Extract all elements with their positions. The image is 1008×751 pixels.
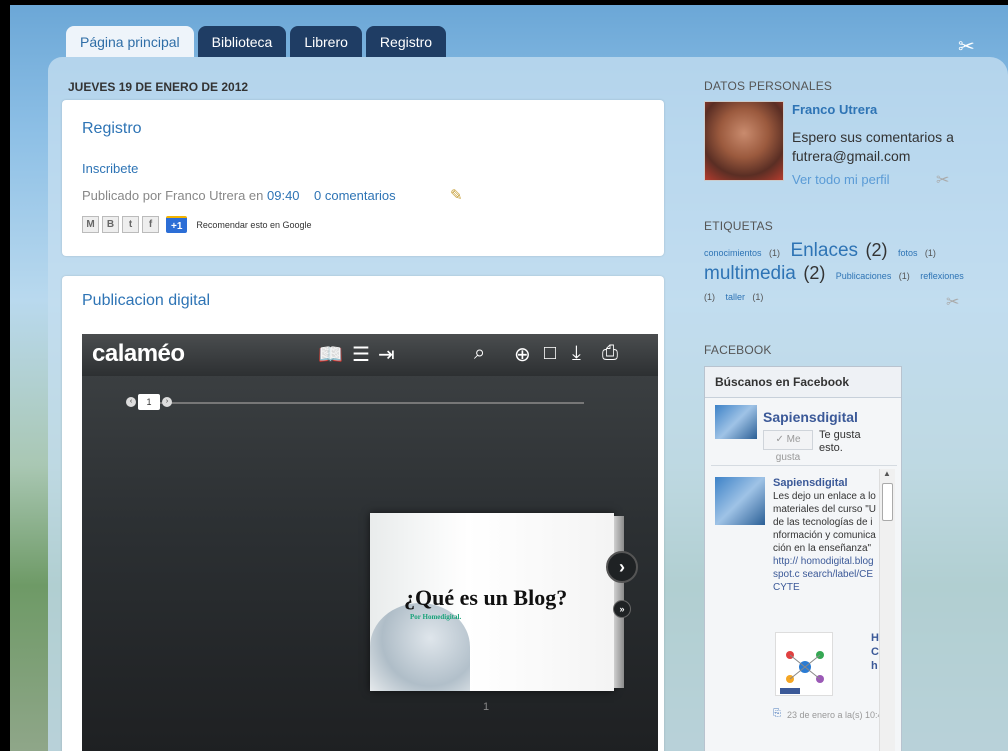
image-caption-truncated[interactable]: H C h: [871, 631, 879, 673]
tab-biblioteca[interactable]: Biblioteca: [197, 26, 287, 57]
zoom-in-icon[interactable]: ⊕: [514, 342, 531, 367]
post-type-icon: ⎘: [773, 708, 781, 719]
post-thumbnail[interactable]: [715, 477, 765, 525]
label-item[interactable]: Enlaces (2): [790, 240, 890, 261]
share-facebook-button[interactable]: f: [142, 216, 159, 233]
scrollbar-thumb[interactable]: [882, 483, 893, 521]
like-status-text: Te gusta esto.: [819, 429, 861, 454]
tools-icon[interactable]: ✂: [958, 34, 975, 59]
divider: [711, 465, 897, 466]
post-text: Les dejo un enlace a lo materiales del c…: [773, 490, 877, 620]
post-author-prefix: Publicado por Franco Utrera en: [82, 188, 264, 203]
scroll-up-icon[interactable]: ▲: [883, 469, 891, 478]
label-item[interactable]: conocimientos (1): [704, 243, 783, 260]
post-image[interactable]: [775, 632, 833, 696]
fullscreen-icon[interactable]: □: [544, 342, 556, 365]
label-item[interactable]: multimedia (2): [704, 263, 828, 284]
window-frame-left: [0, 0, 10, 751]
post-author-name[interactable]: Sapiensdigital: [773, 477, 848, 489]
book-cover[interactable]: ¿Qué es un Blog? Por Homedigital.: [370, 513, 614, 691]
post-date[interactable]: 23 de enero a la(s) 10:49: [787, 709, 879, 721]
post-time-link[interactable]: 09:40: [267, 188, 300, 203]
share-email-button[interactable]: M: [82, 216, 99, 233]
last-page-button[interactable]: »: [613, 600, 631, 618]
calameo-logo[interactable]: calaméo: [92, 340, 185, 368]
labels-cloud: conocimientos (1) Enlaces (2) fotos (1) …: [704, 240, 972, 307]
personal-data-heading: DATOS PERSONALES: [704, 79, 833, 93]
date-header: JUEVES 19 DE ENERO DE 2012: [68, 80, 249, 94]
post-body-link[interactable]: Inscribete: [82, 161, 138, 176]
label-item[interactable]: taller (1): [725, 287, 766, 304]
list-icon[interactable]: ☰: [352, 342, 370, 367]
view-profile-link[interactable]: Ver todo mi perfil: [792, 172, 890, 187]
post-card-publicacion: Publicacion digital calaméo 📖 ☰ ⇥ ⌕ ⊕ □ …: [62, 276, 664, 751]
next-arrow-icon[interactable]: ›: [162, 397, 172, 407]
facebook-heading: FACEBOOK: [704, 343, 772, 357]
download-icon[interactable]: ⤓: [572, 342, 581, 365]
page-tabs: Página principal Biblioteca Librero Regi…: [66, 26, 447, 57]
page-slider-track[interactable]: [140, 402, 584, 404]
facebook-page-name[interactable]: Sapiensdigital: [763, 409, 858, 425]
book-title: ¿Qué es un Blog?: [404, 585, 568, 610]
book-view-icon[interactable]: 📖: [318, 342, 343, 367]
facebook-scrollbar[interactable]: ▲: [879, 469, 895, 751]
window-frame-top: [0, 0, 1008, 5]
share-twitter-button[interactable]: t: [122, 216, 139, 233]
label-item[interactable]: Publicaciones (1): [836, 266, 913, 283]
page-thumbnail[interactable]: [715, 405, 757, 439]
profile-name[interactable]: Franco Utrera: [792, 102, 877, 117]
prev-arrow-icon[interactable]: ‹: [126, 397, 136, 407]
page-indicator: 1: [138, 394, 160, 410]
next-page-button[interactable]: ›: [606, 551, 638, 583]
tab-pagina-principal[interactable]: Página principal: [66, 26, 194, 57]
share-row: M B t f +1 Recomendar esto en Google: [82, 216, 311, 233]
post-meta: Publicado por Franco Utrera en 09:40 0 c…: [82, 188, 396, 203]
page-number: 1: [483, 701, 490, 713]
calameo-viewer[interactable]: calaméo 📖 ☰ ⇥ ⌕ ⊕ □ ⤓ ⎙ ‹ 1 › ¿Qué es un…: [82, 334, 658, 751]
post-title[interactable]: Publicacion digital: [82, 292, 210, 310]
viewer-toolbar: calaméo 📖 ☰ ⇥ ⌕ ⊕ □ ⤓ ⎙: [82, 334, 658, 376]
avatar[interactable]: [704, 101, 784, 181]
recommend-google-label: Recomendar esto en Google: [196, 219, 312, 230]
facebook-box-title: Búscanos en Facebook: [705, 367, 901, 398]
post-message: Les dejo un enlace a lo materiales del c…: [773, 491, 877, 554]
edit-pencil-icon[interactable]: ✎: [450, 186, 463, 204]
share-blogger-button[interactable]: B: [102, 216, 119, 233]
print-icon[interactable]: ⎙: [602, 342, 618, 365]
label-item[interactable]: fotos (1): [898, 243, 939, 260]
book-subtitle: Por Homedigital.: [410, 613, 462, 621]
like-button[interactable]: ✓ Me gusta: [763, 430, 813, 463]
post-card-registro: Registro Inscribete Publicado por Franco…: [62, 100, 664, 256]
translate-icon[interactable]: ⌕: [474, 342, 485, 365]
post-comments-link[interactable]: 0 comentarios: [314, 188, 396, 203]
share-arrow-icon[interactable]: ⇥: [378, 342, 395, 367]
google-plus-one-button[interactable]: +1: [166, 216, 188, 233]
profile-text: Espero sus comentarios a futrera@gmail.c…: [792, 129, 954, 164]
labels-heading: ETIQUETAS: [704, 219, 773, 233]
page-slider-handle[interactable]: ‹ 1 ›: [126, 394, 172, 410]
edit-profile-wrench-icon[interactable]: ✂: [936, 170, 949, 190]
facebook-widget: Búscanos en Facebook Sapiensdigital ✓ Me…: [704, 366, 902, 751]
post-url-link[interactable]: http:// homodigital.blogspot.c search/la…: [773, 556, 874, 593]
tab-librero[interactable]: Librero: [290, 26, 362, 57]
post-title[interactable]: Registro: [82, 120, 142, 138]
edit-labels-wrench-icon[interactable]: ✂: [946, 292, 959, 312]
tab-registro[interactable]: Registro: [365, 26, 447, 57]
